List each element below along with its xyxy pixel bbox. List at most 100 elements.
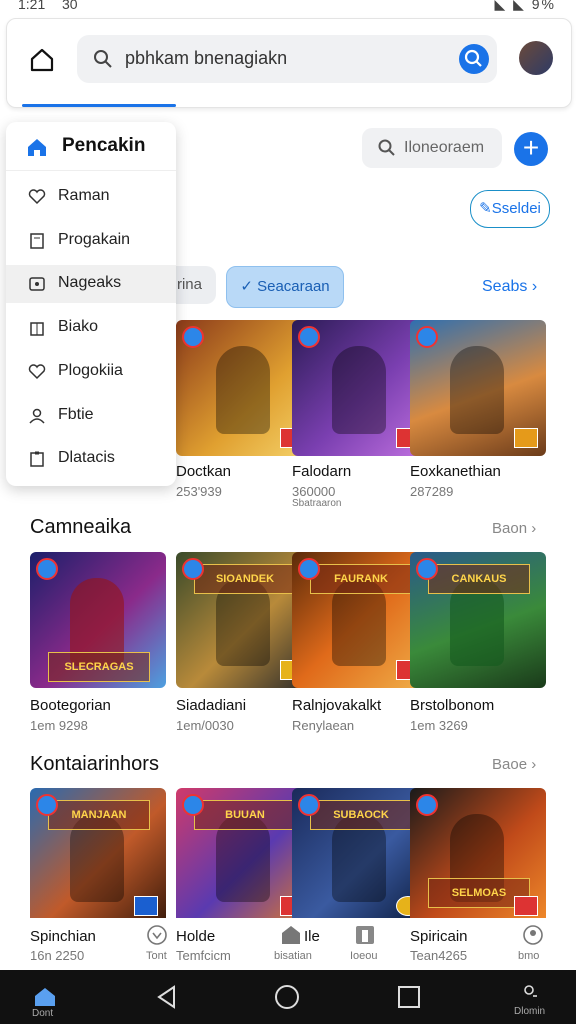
shield-icon[interactable] xyxy=(146,924,168,946)
card-subtitle: 1em 9298 xyxy=(30,718,88,733)
home-icon[interactable] xyxy=(32,984,58,1010)
card-art xyxy=(332,346,386,434)
menu-item-label: Fbtie xyxy=(58,406,94,423)
sysbar-label: Dlomin xyxy=(514,1006,546,1017)
profile-icon[interactable] xyxy=(522,924,544,946)
clip-icon xyxy=(30,451,44,467)
section-title: Camneaika xyxy=(30,516,132,538)
menu-header[interactable]: Pencakin xyxy=(6,122,176,171)
menu-item-label: Progakain xyxy=(58,231,131,248)
game-card[interactable]: SELMOAS xyxy=(410,788,546,924)
game-card[interactable] xyxy=(292,320,428,456)
sub-search-input[interactable]: Iloneoraem xyxy=(404,139,484,157)
card-subtitle: 1em/0030 xyxy=(176,718,234,733)
badge-icon xyxy=(182,794,204,816)
card-title: Falodarn xyxy=(292,463,352,480)
accessibility-icon[interactable] xyxy=(518,982,540,1004)
search-submit-button[interactable] xyxy=(459,44,489,74)
dropdown-menu: Pencakin Raman Progakain Nageaks Biako P… xyxy=(6,122,176,486)
avatar[interactable] xyxy=(519,41,553,75)
card-banner: SUBAOCK xyxy=(310,800,412,830)
recents-icon[interactable] xyxy=(396,984,422,1010)
sysbar-label: Dont xyxy=(32,1008,54,1019)
section-title: Kontaiarinhors xyxy=(30,753,159,775)
see-all-link[interactable]: Seabs › xyxy=(482,278,537,296)
menu-item[interactable]: Progakain xyxy=(6,222,176,260)
card-title: Spinchian xyxy=(30,928,96,945)
card-title: Doctkan xyxy=(176,463,232,480)
card-banner: CANKAUS xyxy=(428,564,530,594)
menu-item[interactable]: Dlatacis xyxy=(6,440,176,478)
menu-item[interactable]: Biako xyxy=(6,309,176,347)
chip-label: Seacaraan xyxy=(257,278,330,295)
menu-item[interactable]: Plogokiia xyxy=(6,353,176,391)
edit-label: Sseldei xyxy=(491,200,541,217)
heart-icon xyxy=(28,364,46,380)
heart-icon xyxy=(28,189,46,205)
menu-item[interactable]: Raman xyxy=(6,178,176,216)
badge-icon xyxy=(182,558,204,580)
card-meta: Sbatraaron xyxy=(292,498,342,509)
card-subtitle: Renylaean xyxy=(292,718,355,733)
bottom-nav-label: Ioeou xyxy=(350,950,378,962)
card-banner: FAURANK xyxy=(310,564,412,594)
filter-chip-active[interactable]: ✓ Seacaraan xyxy=(226,266,344,308)
badge-icon xyxy=(298,326,320,348)
status-bar: 1:21 30 ◣ ◣ 9% xyxy=(0,0,576,16)
card-title: Spiricain xyxy=(410,928,468,945)
game-icon xyxy=(29,277,45,291)
card-banner: SIOANDEK xyxy=(194,564,296,594)
card-title: Siadadiani xyxy=(176,697,247,714)
card-subtitle: Temfcicm xyxy=(176,948,231,963)
search-input[interactable]: pbhkam bnenagiakn xyxy=(125,48,287,69)
card-subtitle: 1em 3269 xyxy=(410,718,468,733)
card-title: Bootegorian xyxy=(30,697,111,714)
user-icon xyxy=(29,408,45,424)
card-subtitle: 287289 xyxy=(410,484,454,499)
menu-item-label: Nageaks xyxy=(58,274,122,291)
active-tab-indicator xyxy=(22,104,176,107)
menu-item-active[interactable]: Nageaks xyxy=(6,265,176,303)
game-card[interactable]: MANJAAN xyxy=(30,788,166,924)
status-battery: 30 xyxy=(62,0,78,12)
menu-item-label: Dlatacis xyxy=(58,449,115,466)
card-subtitle: 253'939 xyxy=(176,484,222,499)
menu-item-label: Raman xyxy=(58,187,110,204)
store-icon[interactable] xyxy=(280,924,302,946)
badge-icon xyxy=(36,558,58,580)
game-card[interactable]: CANKAUS xyxy=(410,552,546,688)
add-button[interactable]: + xyxy=(514,132,548,166)
back-icon[interactable] xyxy=(154,984,180,1010)
search-bar[interactable]: pbhkam bnenagiakn xyxy=(77,35,497,83)
bottom-nav-label: bisatian xyxy=(274,950,312,962)
home-icon[interactable] xyxy=(29,47,55,73)
game-card[interactable] xyxy=(410,320,546,456)
card-title: Ile xyxy=(304,928,320,945)
search-go-icon xyxy=(464,49,482,67)
plus-icon: + xyxy=(522,132,540,163)
game-card[interactable]: SLECRAGAS xyxy=(30,552,166,688)
sub-search-bar[interactable]: Iloneoraem xyxy=(362,128,502,168)
card-banner: SLECRAGAS xyxy=(48,652,150,682)
card-title: Ralnjovakalkt xyxy=(292,697,382,714)
see-all-link[interactable]: Baon › xyxy=(492,520,536,537)
card-banner: MANJAAN xyxy=(48,800,150,830)
game-card[interactable]: SUBAOCK xyxy=(292,788,428,924)
menu-item-label: Plogokiia xyxy=(58,362,123,379)
card-title: Brstolbonom xyxy=(410,697,495,714)
bottom-nav: Spinchian 16n 2250 Tont Holde Temfcicm I… xyxy=(0,918,576,970)
badge-icon xyxy=(416,794,438,816)
status-time: 1:21 xyxy=(18,0,46,12)
price-tag-icon xyxy=(514,428,538,448)
library-icon[interactable] xyxy=(354,924,376,946)
card-art xyxy=(450,346,504,434)
game-card[interactable]: FAURANK xyxy=(292,552,428,688)
edit-button[interactable]: ✎Sseldei xyxy=(470,190,550,228)
card-title: Holde xyxy=(176,928,216,945)
badge-icon xyxy=(298,794,320,816)
see-all-link[interactable]: Baoe › xyxy=(492,756,536,773)
chip-icon: ✓ xyxy=(240,278,258,295)
menu-item[interactable]: Fbtie xyxy=(6,397,176,435)
home-circle-icon[interactable] xyxy=(274,984,300,1010)
bottom-nav-label: Tont xyxy=(146,950,167,962)
